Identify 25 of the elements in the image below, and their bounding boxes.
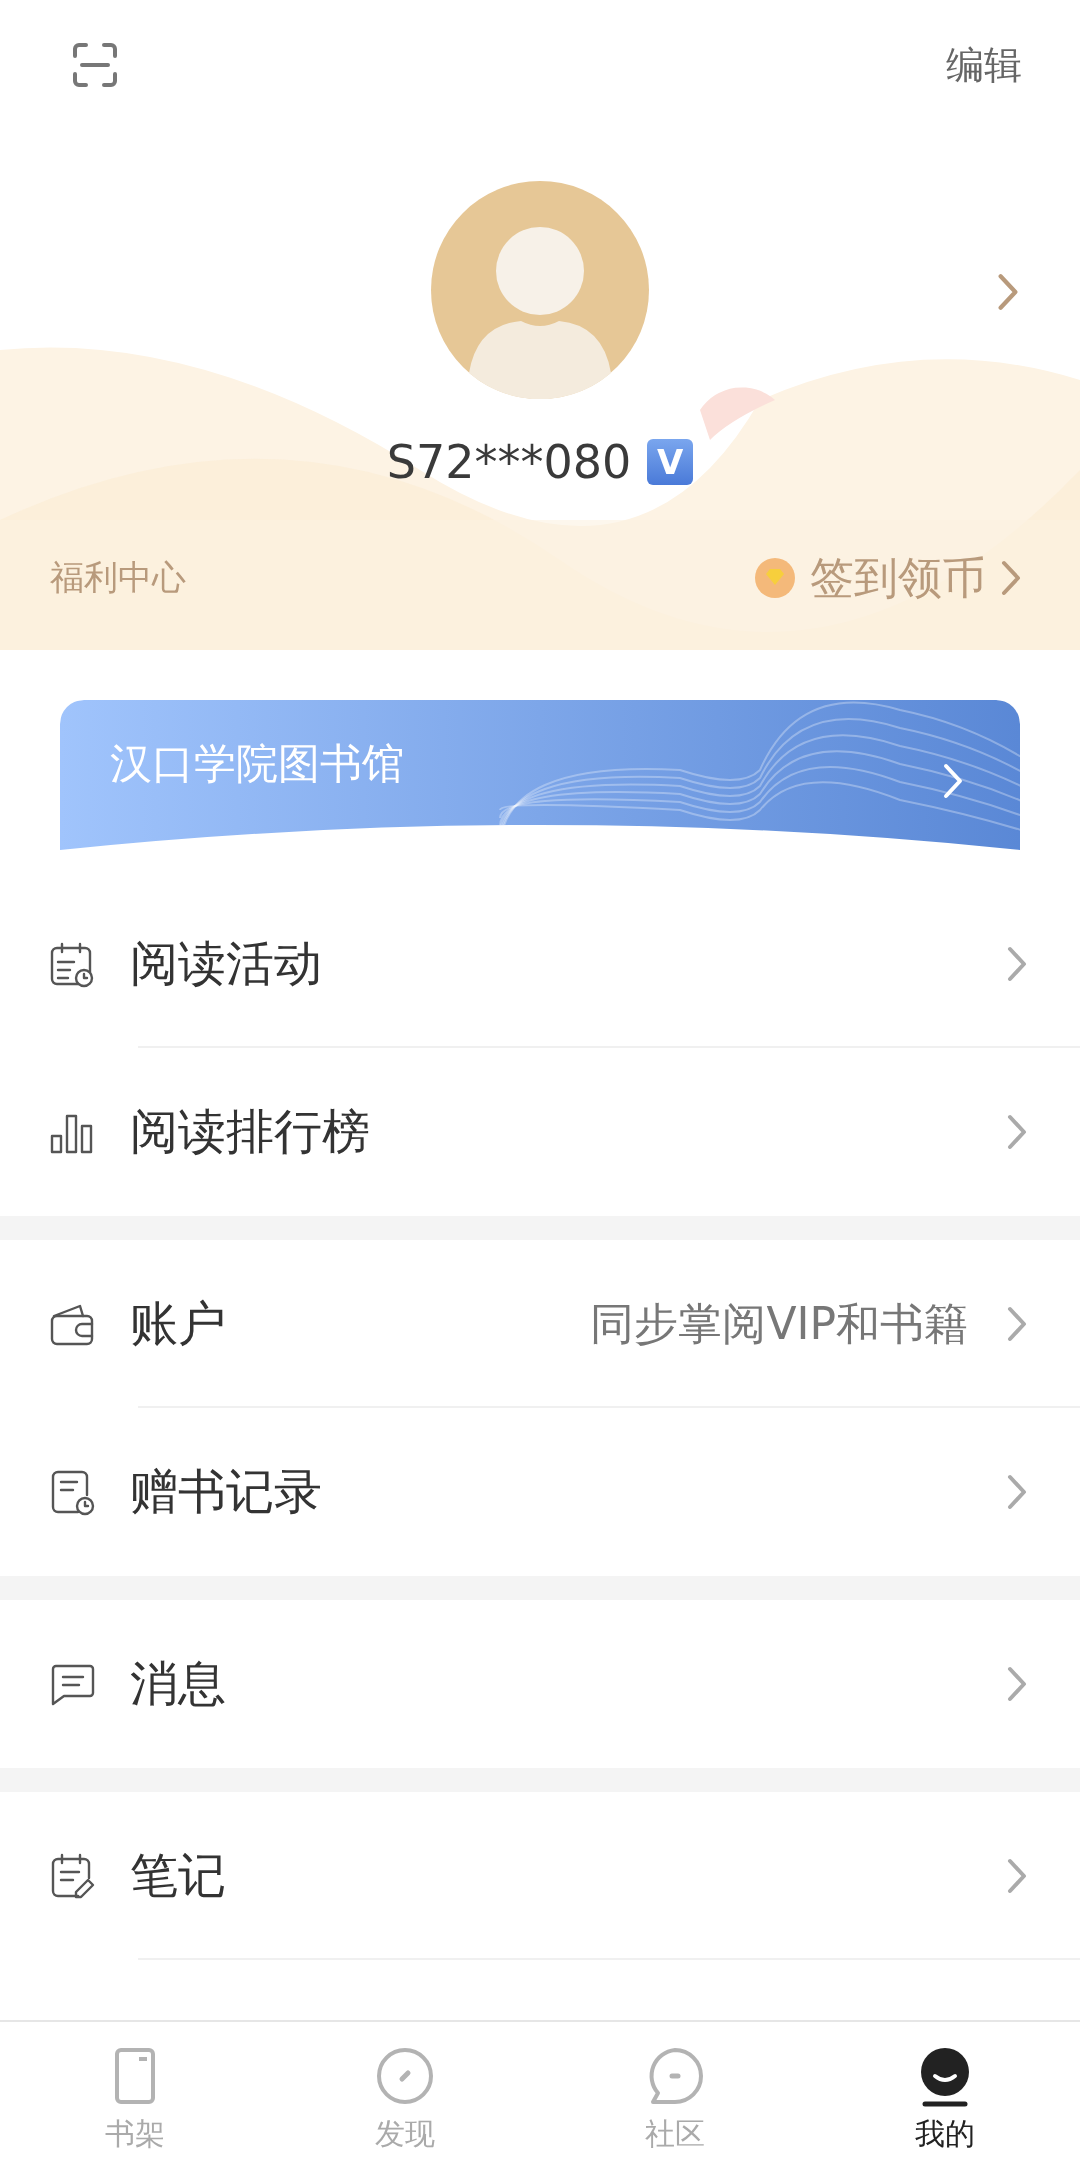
calendar-icon bbox=[48, 940, 96, 988]
scan-icon[interactable] bbox=[72, 42, 118, 88]
menu-item-hint: 同步掌阅VIP和书籍 bbox=[590, 1296, 968, 1351]
chevron-right-icon bbox=[942, 762, 964, 800]
chevron-right-icon bbox=[1006, 945, 1028, 983]
chevron-right-icon bbox=[1006, 1473, 1028, 1511]
avatar[interactable] bbox=[431, 181, 649, 399]
chevron-right-icon bbox=[1006, 1665, 1028, 1703]
chevron-right-icon bbox=[1006, 1857, 1028, 1895]
chevron-right-icon bbox=[1000, 559, 1022, 597]
edit-link[interactable]: 编辑 bbox=[946, 39, 1022, 91]
chevron-right-icon bbox=[1006, 1113, 1028, 1151]
menu-item[interactable]: 笔记 bbox=[0, 1792, 1080, 1960]
chevron-right-icon[interactable] bbox=[996, 272, 1020, 312]
library-title: 汉口学院图书馆 bbox=[110, 738, 404, 790]
username: S72***080 bbox=[386, 435, 632, 489]
vip-badge: V bbox=[647, 439, 694, 485]
menu-item[interactable]: 阅读排行榜 bbox=[0, 1048, 1080, 1216]
coin-gem-icon bbox=[754, 557, 796, 599]
chevron-right-icon bbox=[1006, 1305, 1028, 1343]
menu-item[interactable]: 赠书记录 bbox=[0, 1408, 1080, 1576]
menu-item[interactable]: 账户 同步掌阅VIP和书籍 bbox=[0, 1240, 1080, 1408]
menu-item[interactable]: 阅读活动 bbox=[0, 880, 1080, 1048]
nav-tab[interactable]: 我的 bbox=[810, 2022, 1080, 2168]
menu-item[interactable]: 消息 bbox=[0, 1600, 1080, 1768]
